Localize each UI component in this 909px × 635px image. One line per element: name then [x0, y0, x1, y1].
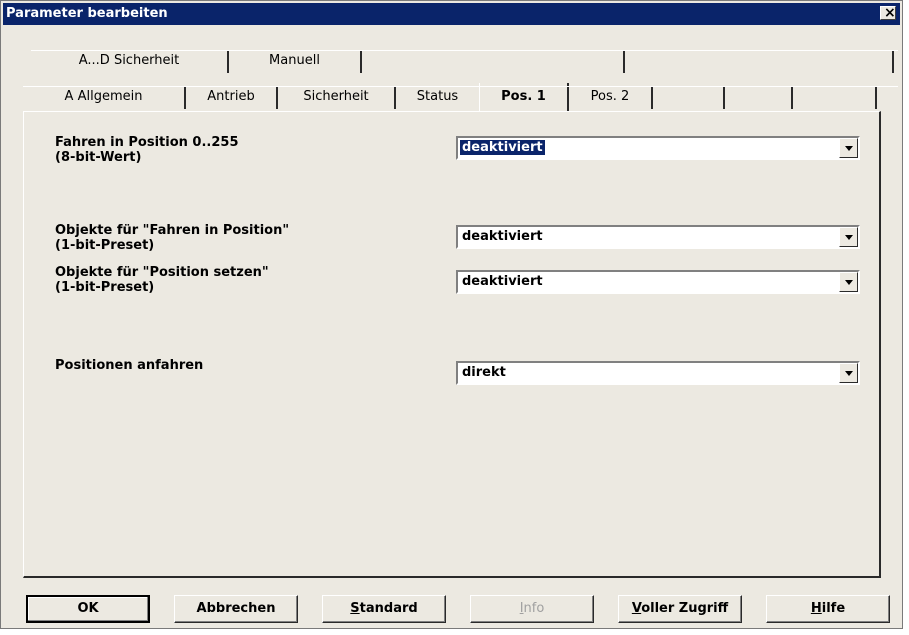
cancel-button[interactable]: Abbrechen — [174, 595, 298, 623]
tab-antrieb[interactable]: Antrieb — [186, 87, 278, 109]
tab-pos-2[interactable]: Pos. 2 — [569, 87, 653, 109]
tab-pos-1[interactable]: Pos. 1 — [479, 83, 569, 111]
chevron-down-icon — [845, 146, 853, 151]
positionen-anfahren-select[interactable]: direkt — [456, 361, 860, 385]
close-icon: × — [884, 5, 896, 21]
close-button[interactable]: × — [880, 5, 896, 21]
param-label-fahren-position: Fahren in Position 0..255 (8-bit-Wert) — [55, 135, 239, 165]
dropdown-value: direkt — [462, 365, 506, 380]
dropdown-button[interactable] — [839, 138, 858, 158]
tab-empty-5[interactable] — [793, 87, 877, 109]
dropdown-button[interactable] — [839, 227, 858, 247]
chevron-down-icon — [845, 280, 853, 285]
title-bar: Parameter bearbeiten × — [3, 3, 900, 25]
info-button[interactable]: Info — [470, 595, 594, 623]
ok-button[interactable]: OK — [26, 595, 150, 623]
param-label-objekte-fahren: Objekte für "Fahren in Position" (1-bit-… — [55, 223, 290, 253]
tab-manuell[interactable]: Manuell — [229, 51, 362, 73]
param-label-objekte-setzen: Objekte für "Position setzen" (1-bit-Pre… — [55, 265, 269, 295]
parameter-dialog: Parameter bearbeiten × A...D Sicherheit … — [0, 0, 903, 629]
dropdown-value: deaktiviert — [460, 140, 545, 155]
dropdown-button[interactable] — [839, 272, 858, 292]
dropdown-value: deaktiviert — [462, 229, 543, 244]
help-button[interactable]: Hilfe — [766, 595, 890, 623]
tab-empty-2[interactable] — [625, 51, 894, 73]
dropdown-value: deaktiviert — [462, 274, 543, 289]
tab-row1-edge — [31, 50, 898, 51]
tab-empty-1[interactable] — [362, 51, 625, 73]
chevron-down-icon — [845, 235, 853, 240]
tab-panel-pos-1 — [23, 111, 881, 578]
objekte-setzen-select[interactable]: deaktiviert — [456, 270, 860, 294]
standard-button[interactable]: Standard — [322, 595, 446, 623]
objekte-fahren-select[interactable]: deaktiviert — [456, 225, 860, 249]
tab-empty-4[interactable] — [725, 87, 793, 109]
tab-sicherheit[interactable]: Sicherheit — [278, 87, 396, 109]
param-label-positionen-anfahren: Positionen anfahren — [55, 358, 204, 373]
fahren-position-select[interactable]: deaktiviert — [456, 136, 860, 160]
tab-empty-3[interactable] — [653, 87, 725, 109]
chevron-down-icon — [845, 371, 853, 376]
tab-allgemein[interactable]: A Allgemein — [23, 87, 186, 109]
dropdown-button[interactable] — [839, 363, 858, 383]
tab-ad-sicherheit[interactable]: A...D Sicherheit — [31, 51, 229, 73]
full-access-button[interactable]: Voller Zugriff — [618, 595, 742, 623]
window-title: Parameter bearbeiten — [6, 6, 168, 21]
tab-row2-edge — [23, 86, 898, 87]
tab-status[interactable]: Status — [396, 87, 479, 109]
